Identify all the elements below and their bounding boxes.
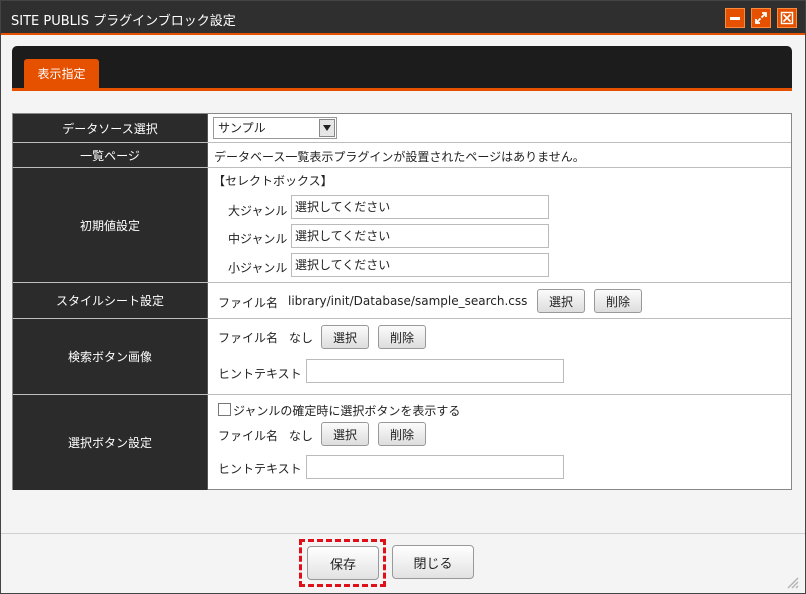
row-select-button: 選択ボタン設定 ジャンルの確定時に選択ボタンを表示する ファイル名 なし 選択 … (13, 395, 791, 490)
row-initial-values: 初期値設定 【セレクトボックス】 大ジャンル 選択してください 中ジャンル 選択… (13, 168, 791, 283)
search-hint-input[interactable] (306, 359, 564, 383)
search-delete-button[interactable]: 削除 (378, 325, 426, 349)
stylesheet-select-button[interactable]: 選択 (537, 289, 585, 313)
save-button[interactable]: 保存 (307, 546, 379, 580)
search-select-button[interactable]: 選択 (321, 325, 369, 349)
title-bar: SITE PUBLIS プラグインブロック設定 (1, 1, 805, 35)
maximize-icon (755, 12, 767, 24)
close-icon (780, 11, 794, 25)
search-hint-label: ヒントテキスト (218, 367, 302, 381)
middle-genre-input[interactable]: 選択してください (291, 224, 549, 248)
show-select-button-label: ジャンルの確定時に選択ボタンを表示する (233, 404, 461, 418)
datasource-selected-value: サンプル (218, 121, 266, 135)
plugin-block-settings-dialog: SITE PUBLIS プラグインブロック設定 表示指定 データソース選択 サン… (0, 0, 806, 594)
search-file-label: ファイル名 (218, 331, 279, 345)
row-stylesheet: スタイルシート設定 ファイル名 library/init/Database/sa… (13, 283, 791, 319)
stylesheet-file-name: library/init/Database/sample_search.css (288, 294, 528, 308)
close-button[interactable]: 閉じる (392, 545, 474, 579)
selectbox-heading: 【セレクトボックス】 (213, 174, 333, 188)
stylesheet-file-label: ファイル名 (218, 296, 279, 310)
minor-genre-input[interactable]: 選択してください (291, 253, 549, 277)
select-select-button[interactable]: 選択 (321, 422, 369, 446)
middle-genre-label: 中ジャンル (228, 232, 288, 246)
minimize-button[interactable] (725, 8, 745, 28)
list-page-label: 一覧ページ (13, 143, 208, 167)
settings-table: データソース選択 サンプル 一覧ページ データベース一覧表示プラグインが設置され… (12, 113, 792, 490)
minor-genre-label: 小ジャンル (228, 261, 288, 275)
tab-display-settings[interactable]: 表示指定 (24, 59, 99, 88)
stylesheet-label: スタイルシート設定 (13, 283, 208, 318)
select-file-label: ファイル名 (218, 429, 279, 443)
stylesheet-delete-button[interactable]: 削除 (594, 289, 642, 313)
select-button-settings-label: 選択ボタン設定 (13, 395, 208, 490)
select-delete-button[interactable]: 削除 (378, 422, 426, 446)
window-title: SITE PUBLIS プラグインブロック設定 (11, 14, 236, 29)
datasource-select[interactable]: サンプル (213, 117, 337, 139)
footer-divider (1, 533, 805, 534)
resize-grip-icon[interactable] (783, 573, 799, 589)
list-page-message: データベース一覧表示プラグインが設置されたページはありません。 (214, 150, 585, 164)
search-button-image-label: 検索ボタン画像 (13, 319, 208, 394)
select-hint-label: ヒントテキスト (218, 462, 302, 476)
row-datasource: データソース選択 サンプル (13, 114, 791, 143)
tab-bar: 表示指定 (12, 46, 792, 91)
major-genre-input[interactable]: 選択してください (291, 195, 549, 219)
select-file-name: なし (289, 429, 314, 443)
row-search-button-image: 検索ボタン画像 ファイル名 なし 選択 削除 ヒントテキスト (13, 319, 791, 395)
datasource-label: データソース選択 (13, 114, 208, 142)
dropdown-arrow[interactable] (319, 119, 335, 137)
close-window-button[interactable] (777, 8, 797, 28)
search-file-name: なし (289, 331, 314, 345)
show-select-button-checkbox[interactable] (218, 403, 231, 416)
minimize-icon (730, 17, 740, 20)
initial-values-label: 初期値設定 (13, 168, 208, 282)
select-hint-input[interactable] (306, 455, 564, 479)
row-list-page: 一覧ページ データベース一覧表示プラグインが設置されたページはありません。 (13, 143, 791, 168)
major-genre-label: 大ジャンル (228, 204, 288, 218)
chevron-down-icon (323, 125, 331, 131)
maximize-button[interactable] (751, 8, 771, 28)
